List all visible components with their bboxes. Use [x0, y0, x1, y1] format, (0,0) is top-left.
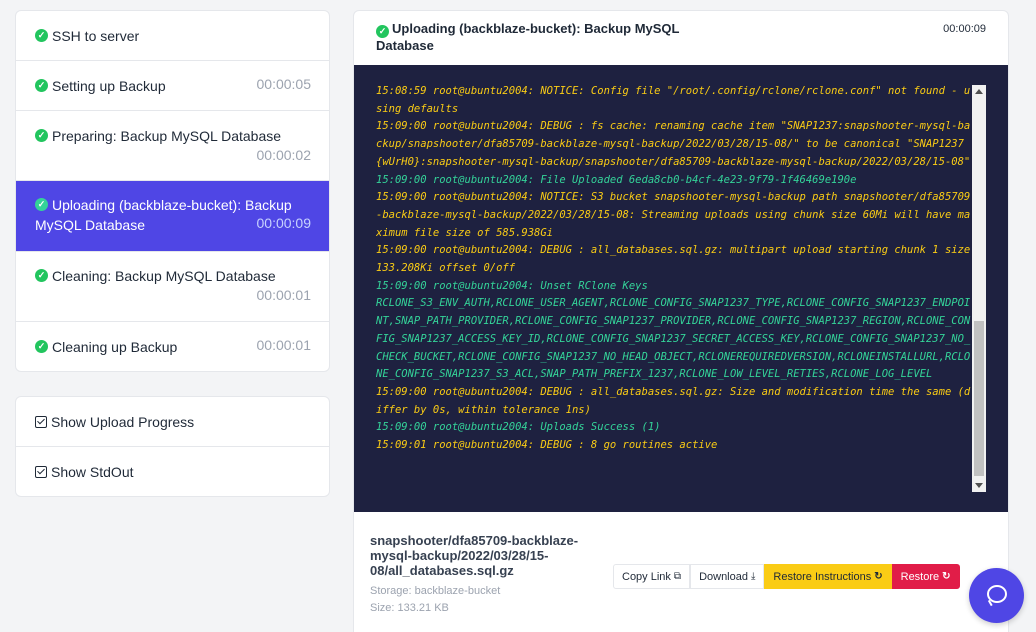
download-icon: ⤓ [750, 571, 756, 582]
option-label: Show Upload Progress [51, 413, 195, 430]
restore-label: Restore [900, 570, 940, 583]
backup-storage: Storage: backblaze-bucket [370, 585, 501, 597]
show-upload-progress-toggle[interactable]: Show Upload Progress [16, 397, 329, 447]
check-circle-icon: ✓ [35, 79, 48, 92]
step-detail-title-text: Uploading (backblaze-bucket): Backup MyS… [376, 21, 680, 53]
check-circle-icon: ✓ [35, 198, 48, 211]
restore-button[interactable]: Restore ↻ [891, 564, 960, 589]
scrollbar-thumb[interactable] [974, 321, 984, 476]
log-line: RCLONE_S3_ENV_AUTH,RCLONE_USER_AGENT,RCL… [376, 297, 971, 381]
redo-icon: ↻ [942, 571, 951, 582]
step-duration: 00:00:02 [256, 147, 312, 163]
option-label: Show StdOut [51, 464, 134, 480]
copy-icon: ⧉ [673, 571, 682, 582]
show-stdout-toggle[interactable]: Show StdOut [16, 447, 329, 496]
download-button[interactable]: Download ⤓ [690, 564, 765, 589]
log-output[interactable]: 15:08:59 root@ubuntu2004: NOTICE: Config… [376, 83, 972, 493]
step-label: SSH to server [52, 28, 140, 44]
file-actions: Copy Link ⧉ Download ⤓ Restore Instructi… [613, 564, 960, 589]
copy-link-button[interactable]: Copy Link ⧉ [613, 564, 691, 589]
check-circle-icon: ✓ [35, 129, 48, 142]
log-line: 15:09:00 root@ubuntu2004: NOTICE: S3 buc… [376, 191, 971, 239]
step-detail-header: ✓ Uploading (backblaze-bucket): Backup My… [354, 11, 1008, 65]
step-uploading-database[interactable]: ✓ Uploading (backblaze-bucket): Backup M… [16, 181, 329, 252]
step-detail-title: ✓ Uploading (backblaze-bucket): Backup My… [376, 21, 696, 53]
chat-support-button[interactable] [969, 568, 1024, 623]
copy-link-label: Copy Link [622, 570, 671, 583]
restore-instructions-label: Restore Instructions [773, 570, 872, 583]
check-circle-icon: ✓ [35, 29, 48, 42]
step-duration: 00:00:09 [256, 215, 312, 231]
log-options-panel: Show Upload Progress Show StdOut [15, 396, 330, 497]
step-detail-duration: 00:00:09 [943, 23, 986, 35]
checkbox-checked-icon[interactable] [35, 415, 47, 428]
step-setting-up-backup[interactable]: ✓ Setting up Backup 00:00:05 [16, 61, 329, 111]
redo-icon: ↻ [874, 571, 883, 582]
log-line: 15:09:00 root@ubuntu2004: DEBUG : all_da… [376, 244, 971, 275]
check-circle-icon: ✓ [35, 269, 48, 282]
check-circle-icon: ✓ [376, 25, 389, 38]
scroll-up-arrow-icon[interactable] [975, 89, 983, 94]
step-ssh-to-server[interactable]: ✓ SSH to server [16, 11, 329, 61]
step-label: Preparing: Backup MySQL Database [52, 128, 282, 144]
restore-instructions-button[interactable]: Restore Instructions ↻ [764, 564, 892, 589]
step-detail-panel: ✓ Uploading (backblaze-bucket): Backup My… [353, 10, 1009, 632]
checkbox-checked-icon[interactable] [35, 466, 47, 478]
log-line: 15:09:00 root@ubuntu2004: Unset RClone K… [376, 279, 648, 292]
log-line: 15:09:00 root@ubuntu2004: DEBUG : fs cac… [376, 120, 971, 168]
backup-file-path: snapshooter/dfa85709-backblaze-mysql-bac… [370, 533, 579, 578]
log-line: 15:09:00 root@ubuntu2004: DEBUG : all_da… [376, 385, 971, 416]
step-label: Cleaning: Backup MySQL Database [52, 268, 276, 284]
step-cleaning-database[interactable]: ✓ Cleaning: Backup MySQL Database 00:00:… [16, 252, 329, 322]
check-circle-icon: ✓ [35, 340, 48, 353]
backup-steps-panel: ✓ SSH to server ✓ Setting up Backup 00:0… [15, 10, 330, 372]
scroll-down-arrow-icon[interactable] [975, 483, 983, 488]
backup-file-info: snapshooter/dfa85709-backblaze-mysql-bac… [370, 533, 600, 617]
step-cleaning-up-backup[interactable]: ✓ Cleaning up Backup 00:00:01 [16, 322, 329, 371]
log-line: 15:09:01 root@ubuntu2004: DEBUG : 8 go r… [376, 439, 718, 452]
step-preparing-database[interactable]: ✓ Preparing: Backup MySQL Database 00:00… [16, 111, 329, 181]
backup-size: Size: 133.21 KB [370, 602, 449, 614]
download-label: Download [699, 570, 748, 583]
log-console: 15:08:59 root@ubuntu2004: NOTICE: Config… [354, 65, 1008, 512]
step-duration: 00:00:01 [256, 287, 312, 303]
log-line: 15:09:00 root@ubuntu2004: File Uploaded … [376, 173, 857, 186]
log-line: 15:09:00 root@ubuntu2004: Uploads Succes… [376, 421, 661, 434]
step-duration: 00:00:05 [256, 76, 312, 92]
log-line: 15:08:59 root@ubuntu2004: NOTICE: Config… [376, 85, 971, 115]
log-scrollbar[interactable] [972, 85, 986, 492]
step-duration: 00:00:01 [256, 337, 312, 353]
